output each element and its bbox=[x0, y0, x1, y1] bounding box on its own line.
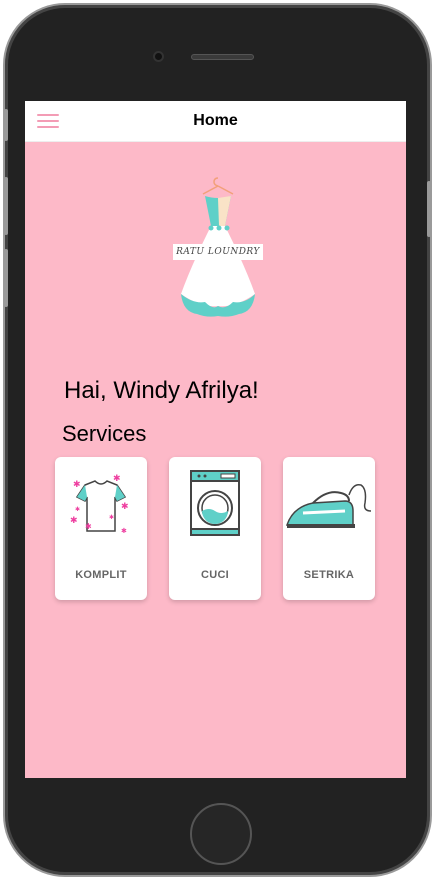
svg-text:✱: ✱ bbox=[70, 515, 78, 525]
power-button bbox=[427, 181, 431, 237]
washing-machine-icon bbox=[190, 470, 240, 536]
volume-down-button bbox=[4, 249, 8, 307]
mute-switch bbox=[4, 109, 8, 141]
greeting-text: Hai, Windy Afrilya! bbox=[64, 377, 259, 404]
earpiece-speaker bbox=[191, 54, 254, 60]
service-label: CUCI bbox=[200, 569, 230, 581]
service-label: SETRIKA bbox=[303, 569, 355, 581]
svg-text:✱: ✱ bbox=[85, 522, 92, 531]
logo-text: RATU LOUNDRY bbox=[173, 244, 263, 260]
page-title: Home bbox=[193, 112, 238, 129]
svg-text:✱: ✱ bbox=[75, 506, 80, 513]
volume-up-button bbox=[4, 177, 8, 235]
front-camera bbox=[153, 51, 164, 62]
app-header: Home bbox=[25, 101, 406, 142]
svg-text:✱: ✱ bbox=[121, 501, 129, 511]
home-button[interactable] bbox=[190, 803, 252, 865]
tshirt-icon: ✱ ✱ ✱ ✱ ✱ ✱ ✱ ✱ bbox=[70, 473, 129, 535]
service-label: KOMPLIT bbox=[75, 569, 127, 581]
service-card-setrika[interactable]: SETRIKA bbox=[283, 457, 375, 600]
svg-text:✱: ✱ bbox=[121, 527, 127, 535]
app-screen: Home RATU LOUNDRY Hai, Windy Afrilya! Se… bbox=[25, 101, 406, 778]
svg-text:✱: ✱ bbox=[109, 514, 114, 521]
service-card-cuci[interactable]: CUCI bbox=[169, 457, 261, 600]
svg-text:✱: ✱ bbox=[73, 479, 81, 489]
iron-icon bbox=[285, 483, 372, 528]
services-heading: Services bbox=[62, 421, 147, 446]
svg-text:✱: ✱ bbox=[113, 473, 121, 483]
service-card-komplit[interactable]: ✱ ✱ ✱ ✱ ✱ ✱ ✱ ✱ KOMPLIT bbox=[55, 457, 147, 600]
